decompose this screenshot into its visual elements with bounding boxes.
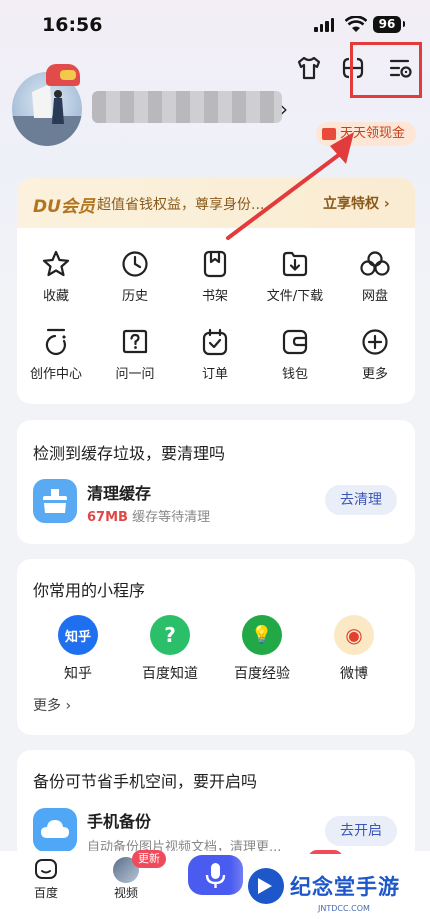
- miniapps-card: 你常用的小程序 知乎 知乎 ? 百度知道 💡 百度经验 ◉ 微博 更多 ›: [17, 559, 415, 735]
- cash-reward-label: 天天领现金: [340, 126, 406, 141]
- cache-item-title: 清理缓存: [87, 484, 152, 503]
- cloud-disk-icon: [360, 251, 390, 276]
- cache-card: 检测到缓存垃圾，要清理吗 清理缓存 67MB 缓存等待清理 去清理: [17, 420, 415, 544]
- grid-label: 书架: [201, 289, 228, 304]
- grid-item-bookshelf[interactable]: 书架: [175, 248, 255, 304]
- grid-label: 创作中心: [29, 367, 82, 382]
- bookshelf-icon: [203, 250, 227, 278]
- tab-label: 百度: [33, 886, 58, 900]
- grid-item-favorites[interactable]: 收藏: [16, 248, 96, 304]
- username-blurred[interactable]: [92, 91, 282, 123]
- grid-item-downloads[interactable]: 文件/下载: [255, 248, 335, 304]
- cache-title: 检测到缓存垃圾，要清理吗: [33, 444, 226, 463]
- create-icon: [45, 328, 66, 356]
- miniapp-label: 百度经验: [234, 666, 290, 682]
- clock-icon: [122, 251, 148, 277]
- zhihu-icon: 知乎: [58, 615, 98, 655]
- cache-size: 67MB: [87, 510, 128, 525]
- miniapp-baidu-zhidao[interactable]: ? 百度知道: [130, 615, 210, 683]
- vip-text: 超值省钱权益，尊享身份...: [97, 197, 265, 213]
- function-grid: 收藏 历史 书架 文件/下载 网盘 创作中心 问一问 订单 钱包 更多: [17, 228, 415, 404]
- skin-tshirt-icon[interactable]: [296, 55, 322, 81]
- red-envelope-icon: [322, 128, 336, 140]
- miniapps-title: 你常用的小程序: [33, 581, 146, 600]
- battery-icon: 96: [373, 16, 405, 33]
- video-update-badge: 更新: [132, 850, 166, 868]
- tab-home[interactable]: 百度: [16, 857, 76, 901]
- order-icon: [202, 328, 228, 356]
- tab-label: 视频: [113, 886, 138, 900]
- weibo-icon: ◉: [334, 615, 374, 655]
- grid-label: 问一问: [115, 367, 155, 382]
- cash-reward-button[interactable]: 天天领现金: [316, 122, 416, 146]
- home-face-icon: [35, 859, 57, 879]
- grid-item-ask[interactable]: 问一问: [95, 326, 175, 382]
- miniapp-label: 知乎: [64, 666, 92, 682]
- grid-item-orders[interactable]: 订单: [175, 326, 255, 382]
- clean-cache-button[interactable]: 去清理: [325, 485, 397, 515]
- profile-arrow-icon[interactable]: ›: [280, 97, 288, 121]
- signal-icon: [314, 18, 334, 32]
- vip-link[interactable]: 立享特权 ›: [323, 193, 390, 213]
- star-icon: [42, 250, 70, 277]
- grid-item-creator-center[interactable]: 创作中心: [16, 326, 96, 382]
- grid-label: 订单: [201, 367, 228, 382]
- enable-backup-button[interactable]: 去开启: [325, 816, 397, 846]
- watermark-logo-icon: [248, 868, 284, 904]
- cache-desc: 缓存等待清理: [132, 510, 211, 525]
- miniapps-more-link[interactable]: 更多 ›: [33, 695, 71, 715]
- watermark-text: 纪念堂手游: [290, 875, 400, 899]
- baidu-jingyan-icon: 💡: [242, 615, 282, 655]
- annotation-highlight-box: [350, 42, 422, 98]
- miniapp-label: 百度知道: [142, 666, 198, 682]
- grid-label: 钱包: [281, 367, 308, 382]
- grid-label: 网盘: [361, 289, 388, 304]
- miniapp-baidu-jingyan[interactable]: 💡 百度经验: [222, 615, 302, 683]
- cloud-backup-icon: [33, 808, 77, 852]
- grid-item-wallet[interactable]: 钱包: [255, 326, 335, 382]
- backup-item-title: 手机备份: [87, 812, 152, 831]
- grid-label: 文件/下载: [266, 289, 324, 304]
- question-icon: [122, 329, 148, 354]
- status-time: 16:56: [42, 14, 103, 36]
- broom-icon: [33, 479, 77, 523]
- wallet-icon: [282, 329, 308, 355]
- watermark-subtext: JNTDCC.COM: [318, 904, 370, 913]
- miniapp-weibo[interactable]: ◉ 微博: [314, 615, 394, 683]
- vip-logo: DU会员: [33, 197, 95, 217]
- grid-label: 收藏: [42, 289, 69, 304]
- grid-item-more[interactable]: 更多: [335, 326, 415, 382]
- miniapp-zhihu[interactable]: 知乎 知乎: [38, 615, 118, 683]
- wifi-icon: [345, 16, 367, 32]
- avatar-frame-ornament: [60, 70, 76, 80]
- grid-label: 更多: [361, 367, 388, 382]
- backup-card: 备份可节省手机空间，要开启吗 手机备份 自动备份图片视频文档，清理更... 去开…: [17, 750, 415, 860]
- miniapp-label: 微博: [340, 666, 368, 682]
- backup-title: 备份可节省手机空间，要开启吗: [33, 772, 258, 791]
- download-folder-icon: [282, 251, 308, 277]
- grid-item-netdisk[interactable]: 网盘: [335, 248, 415, 304]
- vip-banner[interactable]: DU会员 超值省钱权益，尊享身份... 立享特权 ›: [17, 178, 415, 228]
- plus-circle-icon: [362, 329, 388, 355]
- grid-label: 历史: [121, 289, 148, 304]
- baidu-zhidao-icon: ?: [150, 615, 190, 655]
- grid-item-history[interactable]: 历史: [95, 248, 175, 304]
